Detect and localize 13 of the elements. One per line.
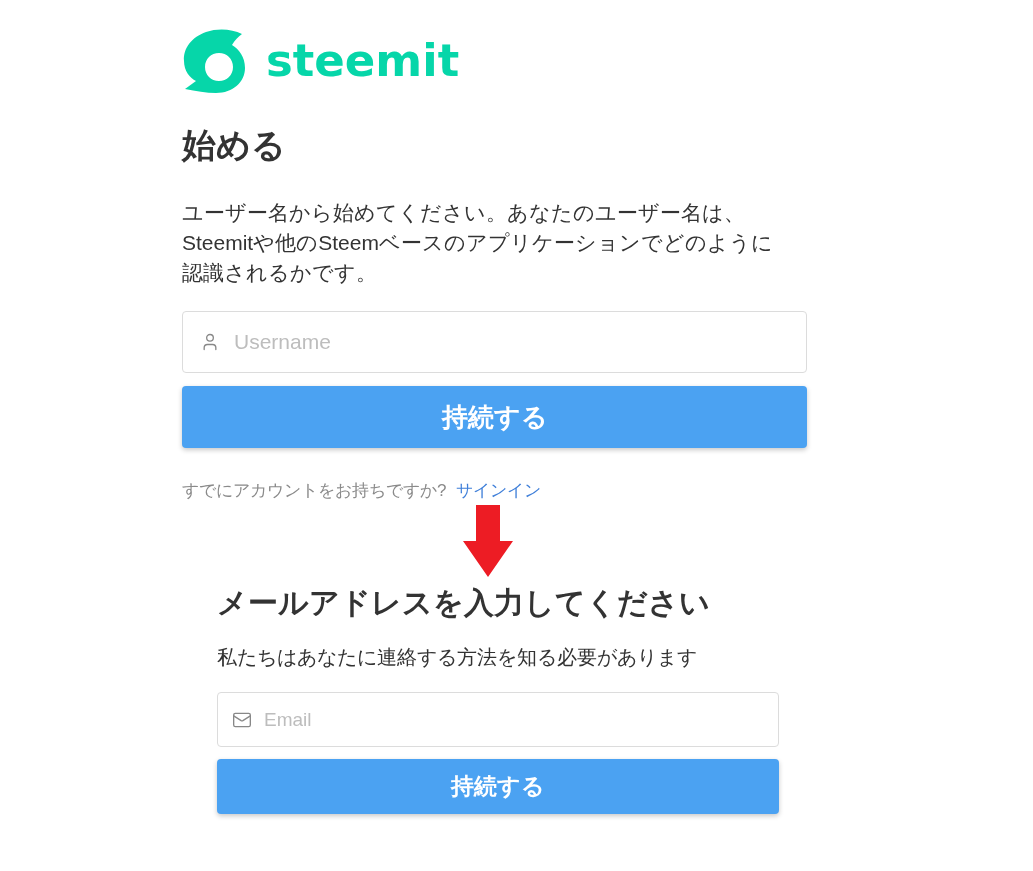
page-title: 始める (182, 125, 287, 165)
email-step-description: 私たちはあなたに連絡する方法を知る必要があります (217, 645, 698, 670)
logo-wordmark: steemit (266, 35, 460, 87)
username-field[interactable]: Username (182, 311, 807, 373)
email-field[interactable]: Email (217, 692, 779, 747)
signin-prompt-text: すでにアカウントをお持ちですか? (182, 480, 447, 502)
signin-link[interactable]: サインイン (456, 480, 542, 502)
continue-button[interactable]: 持続する (217, 759, 779, 814)
logo-icon (182, 28, 246, 94)
continue-button[interactable]: 持続する (182, 386, 807, 448)
description-text: ユーザー名から始めてください。あなたのユーザー名は、Steemitや他のSteemベースのアプリケーションでどのように認識されるかです。 (182, 200, 774, 286)
down-arrow-icon (463, 505, 513, 577)
email-step-title: メールアドレスを入力してください (217, 585, 711, 621)
